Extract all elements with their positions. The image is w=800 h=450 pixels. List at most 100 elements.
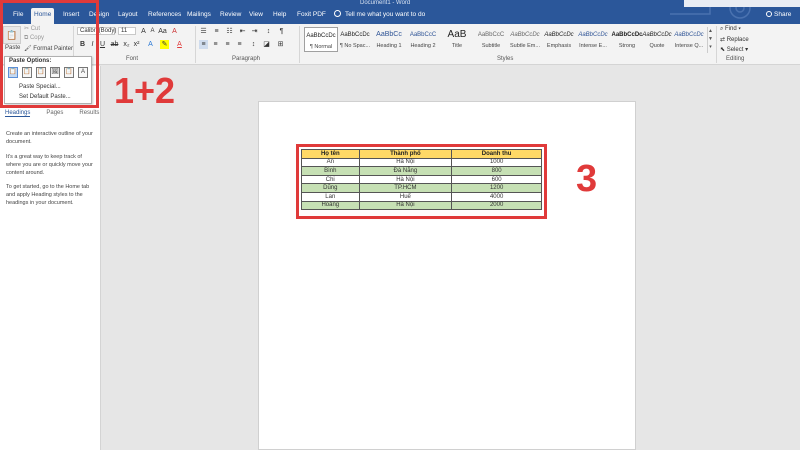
tab-help[interactable]: Help (270, 8, 289, 24)
tab-view[interactable]: View (246, 8, 266, 24)
share-button[interactable]: Share (766, 8, 791, 22)
table-cell[interactable]: Hoàng (301, 200, 360, 211)
style-title[interactable]: AaB Title (440, 27, 474, 52)
bold-icon[interactable]: B (78, 40, 87, 49)
table-cell[interactable]: Hà Nội (358, 157, 453, 168)
table-header-cell[interactable]: Doanh thu (451, 149, 542, 159)
superscript-icon[interactable]: x² (132, 40, 141, 49)
table-cell[interactable]: 1200 (451, 183, 542, 193)
style-name: Intense Q... (674, 43, 704, 49)
clear-formatting-icon[interactable]: A (170, 27, 179, 36)
keep-source-formatting-icon[interactable]: 📋 (8, 67, 18, 78)
styles-gallery-scroll[interactable]: ▲ ▼ ▾ (707, 27, 713, 53)
style-heading-1[interactable]: AaBbCc Heading 1 (372, 27, 406, 52)
tab-mailings[interactable]: Mailings (184, 8, 214, 24)
font-name-select[interactable]: Calibri (Body) (77, 27, 116, 35)
table-cell[interactable]: Huế (358, 191, 453, 202)
style-subtle-emphasis[interactable]: AaBbCcDc Subtle Em... (508, 27, 542, 52)
align-right-icon[interactable]: ≡ (223, 40, 232, 49)
keep-text-only-icon[interactable]: A (78, 67, 88, 78)
align-left-icon[interactable]: ≡ (199, 40, 208, 49)
select-button[interactable]: ⬉ Select ▾ (720, 46, 748, 53)
replace-label: Replace (726, 37, 749, 43)
underline-icon[interactable]: U (98, 40, 107, 49)
table-header-cell[interactable]: Thành phố (358, 149, 453, 159)
table-header-cell[interactable]: Họ tên (301, 149, 360, 159)
change-case-icon[interactable]: Aa (158, 27, 167, 36)
paragraph-group-label: Paragraph (232, 56, 261, 62)
text-effects-icon[interactable]: A (146, 40, 155, 49)
table-cell[interactable]: 800 (451, 166, 542, 176)
table-cell[interactable]: Dũng (301, 183, 360, 193)
nav-tab-headings[interactable]: Headings (5, 110, 31, 117)
sort-icon[interactable]: ↕ (264, 27, 273, 36)
table-cell[interactable]: 600 (451, 174, 542, 185)
replace-button[interactable]: ⇄ Replace (720, 36, 749, 43)
style-strong[interactable]: AaBbCcDc Strong (610, 27, 644, 52)
find-button[interactable]: ⌕ Find ▾ (720, 26, 741, 33)
merge-formatting-icon[interactable]: 📋 (22, 67, 32, 78)
set-default-paste-item[interactable]: Set Default Paste... (19, 94, 71, 100)
picture-paste-icon[interactable]: 🖼 (50, 67, 60, 78)
style-intense-emphasis[interactable]: AaBbCcDc Intense E... (576, 27, 610, 52)
table-cell[interactable]: Chi (301, 174, 360, 185)
style-emphasis[interactable]: AaBbCcDc Emphasis (542, 27, 576, 52)
italic-icon[interactable]: I (88, 40, 97, 49)
format-painter-button[interactable]: 🖌 Format Painter (24, 45, 73, 52)
nav-tab-results[interactable]: Results (79, 110, 99, 116)
line-spacing-icon[interactable]: ↕ (249, 40, 258, 49)
decrease-indent-icon[interactable]: ⇤ (238, 27, 247, 36)
use-destination-styles-icon[interactable]: 📋 (36, 67, 46, 78)
font-color-icon[interactable]: A (175, 40, 184, 49)
strikethrough-icon[interactable]: ab (110, 40, 119, 49)
table-cell[interactable]: 2000 (451, 200, 542, 211)
style-heading-2[interactable]: AaBbCcC Heading 2 (406, 27, 440, 52)
tab-file[interactable]: File (10, 8, 26, 24)
tab-home[interactable]: Home (31, 8, 55, 24)
tell-me-search[interactable]: Tell me what you want to do (334, 8, 425, 22)
table-cell[interactable]: 4000 (451, 191, 542, 202)
table-cell[interactable]: Đà Nẵng (358, 166, 453, 176)
table-cell[interactable]: Hà Nội (358, 200, 453, 211)
tab-review[interactable]: Review (217, 8, 244, 24)
numbering-icon[interactable]: ≡ (212, 27, 221, 36)
grow-font-icon[interactable]: A (139, 27, 148, 36)
style-sample: AaBbCcDc (611, 32, 643, 38)
style-quote[interactable]: AaBbCcDc Quote (640, 27, 674, 52)
cut-button[interactable]: ✂ Cut (24, 25, 40, 32)
show-formatting-icon[interactable]: ¶ (277, 27, 286, 36)
increase-indent-icon[interactable]: ⇥ (250, 27, 259, 36)
align-center-icon[interactable]: ≡ (211, 40, 220, 49)
shrink-font-icon[interactable]: A (148, 27, 157, 36)
table-cell[interactable]: An (301, 157, 360, 168)
table-cell[interactable]: Bình (301, 166, 360, 176)
copy-button[interactable]: ⧉ Copy (24, 35, 44, 42)
tab-layout[interactable]: Layout (115, 8, 141, 24)
paste-button[interactable]: Paste (5, 45, 20, 51)
bullets-icon[interactable]: ☰ (199, 27, 208, 36)
borders-icon[interactable]: ⊞ (276, 40, 285, 49)
style-intense-quote[interactable]: AaBbCcDc Intense Q... (672, 27, 706, 52)
highlight-color-icon[interactable]: ✎ (160, 40, 169, 49)
style-subtitle[interactable]: AaBbCcC Subtitle (474, 27, 508, 52)
tab-references[interactable]: References (145, 8, 184, 24)
table-cell[interactable]: 1000 (451, 157, 542, 168)
subscript-icon[interactable]: x₂ (122, 40, 131, 49)
font-size-select[interactable]: 11 (118, 27, 136, 35)
table-cell[interactable]: Lan (301, 191, 360, 202)
table-cell[interactable]: Hà Nội (358, 174, 453, 185)
style-no-spacing[interactable]: AaBbCcDc ¶ No Spac... (338, 27, 372, 52)
paste-as-picture-icon[interactable]: 📋 (64, 67, 74, 78)
shading-icon[interactable]: ◪ (262, 40, 271, 49)
style-normal[interactable]: AaBbCcDc ¶ Normal (304, 27, 338, 52)
multilevel-list-icon[interactable]: ☷ (225, 27, 234, 36)
justify-icon[interactable]: ≡ (235, 40, 244, 49)
paste-special-item[interactable]: Paste Special... (19, 84, 61, 90)
data-table[interactable]: Họ tên Thành phố Doanh thu An Hà Nội 100… (301, 149, 542, 211)
table-row: Hoàng Hà Nội 2000 (301, 200, 542, 211)
tab-insert[interactable]: Insert (60, 8, 82, 24)
tab-foxit-pdf[interactable]: Foxit PDF (294, 8, 329, 24)
tab-design[interactable]: Design (86, 8, 112, 24)
table-cell[interactable]: TP.HCM (358, 183, 453, 193)
nav-tab-pages[interactable]: Pages (46, 110, 63, 116)
